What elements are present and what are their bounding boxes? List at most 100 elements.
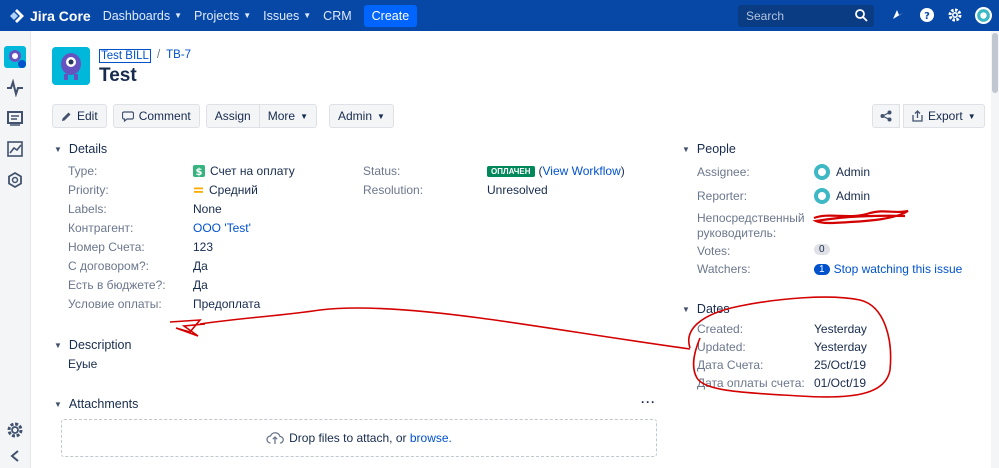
- priority-value[interactable]: Средний: [193, 183, 258, 197]
- nav-dashboards[interactable]: Dashboards ▼: [103, 9, 182, 23]
- reporter-label: Reporter:: [697, 189, 748, 203]
- type-value[interactable]: $ Счет на оплату: [193, 164, 295, 178]
- resolution-value: Unresolved: [487, 183, 548, 197]
- create-button[interactable]: Create: [363, 4, 418, 27]
- issue-toolbar: Edit Comment Assign More ▼ Admin ▼: [52, 104, 400, 128]
- comment-button[interactable]: Comment: [112, 104, 200, 128]
- settings-gear-icon[interactable]: [947, 7, 963, 23]
- issue-title[interactable]: Test: [99, 65, 137, 87]
- status-value: ОПЛАЧЕН ( View Workflow ): [487, 164, 625, 178]
- activity-icon[interactable]: [6, 79, 24, 97]
- svg-text:?: ?: [924, 11, 930, 22]
- nav-projects[interactable]: Projects ▼: [194, 9, 251, 23]
- watchers-value: 1 Stop watching this issue: [814, 262, 962, 276]
- comment-icon: [121, 110, 134, 122]
- share-button[interactable]: [872, 104, 900, 128]
- redaction-scribble: [812, 209, 909, 225]
- contractor-label: Контрагент:: [68, 221, 134, 235]
- nav-crm[interactable]: CRM: [323, 9, 351, 23]
- labels-value[interactable]: None: [193, 202, 222, 216]
- status-label: Status:: [363, 164, 401, 178]
- contract-value[interactable]: Да: [193, 259, 208, 273]
- export-button[interactable]: Export ▼: [903, 104, 985, 128]
- chevron-down-icon: ▼: [303, 11, 312, 20]
- payment-terms-value[interactable]: Предоплата: [193, 297, 260, 311]
- breadcrumb: Test BILL / TB-7: [99, 49, 191, 63]
- arrow-head-scribble: [169, 319, 206, 337]
- components-icon[interactable]: [6, 171, 24, 189]
- chevron-down-icon: ▼: [243, 11, 252, 20]
- invoice-type-icon: $: [193, 165, 205, 177]
- payment-date-label: Дата оплаты счета:: [697, 376, 805, 390]
- invoice-number-value[interactable]: 123: [193, 240, 213, 254]
- created-label: Created:: [697, 322, 744, 336]
- details-section-toggle[interactable]: ▼ Details: [54, 142, 107, 156]
- project-settings-gear-icon[interactable]: [6, 421, 24, 439]
- labels-label: Labels:: [68, 202, 107, 216]
- watchers-label: Watchers:: [697, 262, 751, 276]
- edit-button[interactable]: Edit: [52, 104, 107, 128]
- svg-text:$: $: [196, 167, 203, 177]
- reporter-value[interactable]: Admin: [814, 188, 870, 204]
- updated-value: Yesterday: [814, 340, 867, 354]
- chevron-down-icon: ▼: [967, 111, 976, 121]
- view-workflow-link[interactable]: View Workflow: [543, 164, 621, 178]
- collapse-sidebar-icon[interactable]: [8, 450, 22, 462]
- breadcrumb-separator: /: [156, 49, 161, 61]
- payment-date-value: 01/Oct/19: [814, 376, 867, 390]
- user-avatar-icon[interactable]: [975, 7, 992, 24]
- status-badge[interactable]: ОПЛАЧЕН: [487, 165, 535, 177]
- attachments-section-toggle[interactable]: ▼ Attachments: [54, 397, 138, 411]
- payment-terms-label: Условие оплаты:: [68, 297, 162, 311]
- project-avatar-small-icon[interactable]: [4, 46, 26, 68]
- stop-watching-link[interactable]: Stop watching this issue: [834, 262, 963, 276]
- project-avatar-icon: [52, 47, 90, 85]
- chevron-down-icon: ▼: [174, 11, 183, 20]
- votes-value[interactable]: 0: [814, 244, 830, 255]
- updated-label: Updated:: [697, 340, 746, 354]
- manager-label-line1: Непосредственный: [697, 211, 805, 225]
- notifications-icon[interactable]: [890, 7, 906, 23]
- contract-label: С договором?:: [68, 259, 149, 273]
- contractor-link[interactable]: ООО 'Test': [193, 221, 251, 235]
- people-section-toggle[interactable]: ▼ People: [682, 142, 736, 156]
- jira-core-logo[interactable]: Jira Core: [8, 8, 91, 24]
- watchers-count[interactable]: 1: [814, 263, 830, 275]
- description-section-toggle[interactable]: ▼ Description: [54, 338, 131, 352]
- export-icon: [912, 110, 923, 122]
- drop-text: Drop files to attach, or: [289, 431, 407, 445]
- more-button[interactable]: More ▼: [259, 104, 317, 128]
- assignee-value[interactable]: Admin: [814, 164, 870, 180]
- attachments-more-icon[interactable]: ···: [641, 395, 656, 409]
- reports-icon[interactable]: [6, 140, 24, 158]
- expand-triangle-icon: ▼: [682, 304, 690, 314]
- attachment-dropzone[interactable]: Drop files to attach, or browse.: [61, 419, 657, 457]
- search-icon: [855, 9, 868, 22]
- expand-triangle-icon: ▼: [54, 340, 62, 350]
- invoice-date-value: 25/Oct/19: [814, 358, 867, 372]
- budget-value[interactable]: Да: [193, 278, 208, 292]
- project-avatar[interactable]: [52, 47, 90, 85]
- help-icon[interactable]: ?: [919, 7, 935, 23]
- invoice-number-label: Номер Счета:: [68, 240, 145, 254]
- scrollbar-thumb[interactable]: [992, 33, 998, 93]
- nav-issues[interactable]: Issues ▼: [263, 9, 311, 23]
- expand-triangle-icon: ▼: [682, 144, 690, 154]
- description-text[interactable]: Еуые: [68, 357, 97, 371]
- user-avatar-icon: [814, 188, 830, 204]
- paren-close: ): [620, 164, 625, 178]
- breadcrumb-project-link[interactable]: Test BILL: [99, 49, 151, 63]
- page-scrollbar[interactable]: [991, 31, 999, 468]
- admin-button[interactable]: Admin ▼: [329, 104, 394, 128]
- dates-section-toggle[interactable]: ▼ Dates: [682, 302, 730, 316]
- issues-board-icon[interactable]: [6, 109, 24, 127]
- invoice-date-label: Дата Счета:: [697, 358, 764, 372]
- browse-link[interactable]: browse.: [410, 431, 452, 445]
- assignee-label: Assignee:: [697, 165, 750, 179]
- assign-button[interactable]: Assign: [205, 104, 260, 128]
- breadcrumb-issue-key-link[interactable]: TB-7: [166, 49, 191, 63]
- cloud-upload-icon: [266, 432, 284, 444]
- user-avatar-icon: [814, 164, 830, 180]
- expand-triangle-icon: ▼: [54, 144, 62, 154]
- search-input[interactable]: Search: [738, 5, 874, 27]
